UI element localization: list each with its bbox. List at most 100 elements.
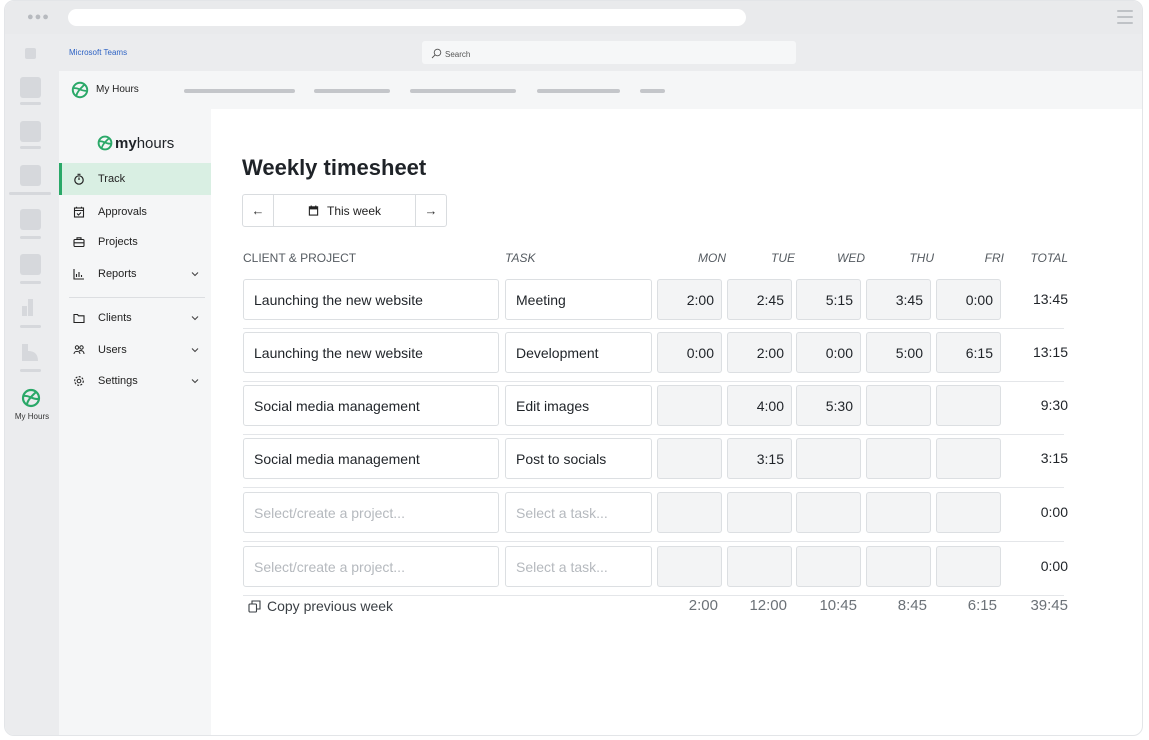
hours-input-fri[interactable]	[936, 492, 1001, 533]
hours-input-mon[interactable]	[657, 492, 722, 533]
hours-input-fri[interactable]: 6:15	[936, 332, 1001, 373]
hours-input-tue[interactable]: 2:45	[727, 279, 792, 320]
hours-input-mon[interactable]: 2:00	[657, 279, 722, 320]
myhours-app-label[interactable]: My Hours	[5, 412, 59, 421]
total-wed: 10:45	[819, 597, 857, 614]
table-row: Launching the new website Development 0:00…	[243, 330, 1068, 382]
project-select[interactable]: Select/create a project...	[243, 546, 499, 587]
project-select[interactable]: Launching the new website	[243, 332, 499, 373]
myhours-logo-icon	[71, 81, 89, 99]
window-controls[interactable]: ●●●	[27, 11, 50, 23]
hours-input-fri[interactable]	[936, 546, 1001, 587]
chevron-down-icon[interactable]	[190, 313, 200, 323]
project-select[interactable]: Launching the new website	[243, 279, 499, 320]
rail-placeholder-icon[interactable]	[20, 121, 41, 142]
timesheet-main: Weekly timesheet ← This week → CLIENT & …	[211, 109, 1142, 735]
rail-placeholder-icon[interactable]	[20, 165, 41, 186]
hours-input-tue[interactable]	[727, 492, 792, 533]
hours-input-tue[interactable]: 4:00	[727, 385, 792, 426]
hours-input-wed[interactable]	[796, 492, 861, 533]
chevron-down-icon[interactable]	[190, 345, 200, 355]
browser-chrome: ●●●	[5, 1, 1142, 34]
hours-input-thu[interactable]	[866, 385, 931, 426]
hours-input-wed[interactable]: 5:15	[796, 279, 861, 320]
table-row: Social media management Edit images 4:00 5:…	[243, 383, 1068, 435]
hours-input-thu[interactable]: 5:00	[866, 332, 931, 373]
hours-input-mon[interactable]	[657, 438, 722, 479]
search-input[interactable]: Search	[422, 41, 796, 64]
rail-placeholder-icon[interactable]	[20, 77, 41, 98]
sidebar-item-clients[interactable]: Clients	[59, 302, 211, 334]
calendar-icon	[308, 205, 319, 216]
sidebar: myhours Track Approvals Projects Reports…	[59, 109, 211, 735]
project-select[interactable]: Select/create a project...	[243, 492, 499, 533]
tab-placeholder[interactable]	[184, 89, 295, 93]
hours-input-fri[interactable]	[936, 385, 1001, 426]
sidebar-item-projects[interactable]: Projects	[59, 226, 211, 258]
copy-previous-week-button[interactable]: Copy previous week	[248, 598, 393, 614]
column-header-fri: FRI	[984, 251, 1004, 265]
hours-input-mon[interactable]	[657, 385, 722, 426]
sidebar-item-users[interactable]: Users	[59, 334, 211, 366]
hours-input-fri[interactable]: 0:00	[936, 279, 1001, 320]
tab-placeholder[interactable]	[537, 89, 620, 93]
current-week-button[interactable]: This week	[274, 195, 415, 226]
tab-placeholder[interactable]	[410, 89, 516, 93]
next-week-button[interactable]: →	[415, 195, 446, 226]
task-select[interactable]: Post to socials	[505, 438, 652, 479]
task-select[interactable]: Edit images	[505, 385, 652, 426]
chevron-down-icon[interactable]	[190, 376, 200, 386]
rail-placeholder-icon[interactable]	[20, 254, 41, 275]
hours-input-tue[interactable]: 3:15	[727, 438, 792, 479]
hours-input-tue[interactable]: 2:00	[727, 332, 792, 373]
users-icon	[73, 345, 85, 355]
sidebar-item-label: Projects	[98, 236, 138, 248]
row-total: 9:30	[1040, 397, 1068, 413]
tab-placeholder[interactable]	[314, 89, 390, 93]
rail-placeholder-icon[interactable]	[20, 209, 41, 230]
hours-input-mon[interactable]	[657, 546, 722, 587]
grand-total: 39:45	[1030, 597, 1068, 614]
hours-input-thu[interactable]: 3:45	[866, 279, 931, 320]
hours-input-mon[interactable]: 0:00	[657, 332, 722, 373]
page-title: Weekly timesheet	[242, 155, 427, 180]
project-select[interactable]: Social media management	[243, 385, 499, 426]
hours-input-thu[interactable]	[866, 546, 931, 587]
chart-placeholder-icon[interactable]	[20, 297, 41, 318]
menu-icon[interactable]	[1117, 10, 1133, 24]
sidebar-divider	[69, 297, 205, 298]
folder-icon	[73, 313, 85, 324]
column-header-tue: TUE	[771, 251, 795, 265]
column-header-task: TASK	[505, 251, 536, 265]
sidebar-item-settings[interactable]: Settings	[59, 365, 211, 397]
myhours-app-icon[interactable]	[21, 388, 41, 408]
hours-input-wed[interactable]	[796, 546, 861, 587]
app-tab-title[interactable]: My Hours	[96, 84, 139, 95]
task-select[interactable]: Meeting	[505, 279, 652, 320]
sidebar-item-track[interactable]: Track	[59, 163, 211, 195]
address-bar[interactable]	[68, 9, 746, 26]
column-header-total: TOTAL	[1030, 251, 1068, 265]
column-header-thu: THU	[909, 251, 934, 265]
sidebar-item-reports[interactable]: Reports	[59, 258, 211, 290]
sidebar-item-label: Track	[98, 173, 126, 185]
tab-placeholder[interactable]	[640, 89, 665, 93]
prev-week-button[interactable]: ←	[243, 195, 274, 226]
chevron-down-icon[interactable]	[190, 269, 200, 279]
project-select[interactable]: Social media management	[243, 438, 499, 479]
hours-input-tue[interactable]	[727, 546, 792, 587]
sidebar-item-approvals[interactable]: Approvals	[59, 196, 211, 228]
hours-input-wed[interactable]: 0:00	[796, 332, 861, 373]
hours-input-wed[interactable]	[796, 438, 861, 479]
chart-placeholder-icon[interactable]	[20, 342, 41, 363]
hours-input-thu[interactable]	[866, 492, 931, 533]
task-select[interactable]: Select a task...	[505, 492, 652, 533]
hours-input-fri[interactable]	[936, 438, 1001, 479]
task-select[interactable]: Select a task...	[505, 546, 652, 587]
column-header-project: CLIENT & PROJECT	[243, 251, 357, 265]
rail-placeholder-label	[20, 281, 41, 284]
sidebar-item-label: Settings	[98, 375, 138, 387]
hours-input-wed[interactable]: 5:30	[796, 385, 861, 426]
hours-input-thu[interactable]	[866, 438, 931, 479]
task-select[interactable]: Development	[505, 332, 652, 373]
